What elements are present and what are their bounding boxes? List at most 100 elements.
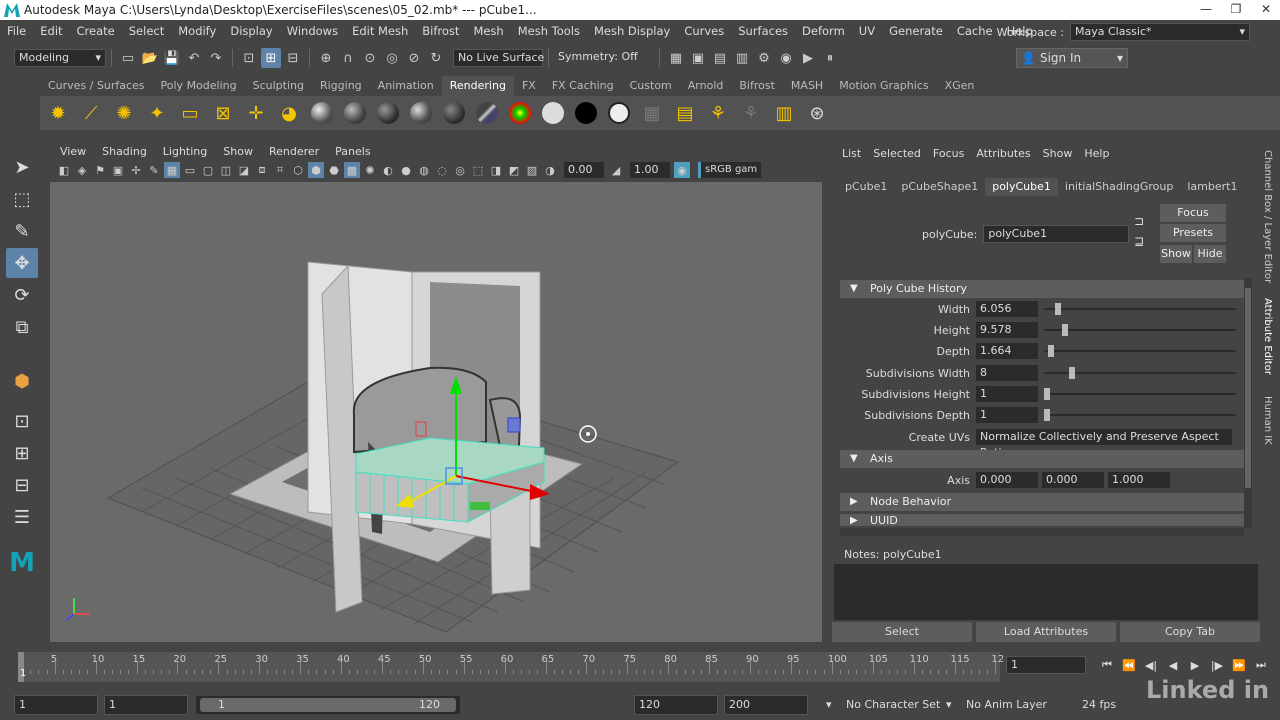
time-slider[interactable]: 5 10 15 20 25 30 35 40 45 50 55 60 65 70 75 80 85 90 95 100…: [0, 650, 1004, 684]
start-time-field[interactable]: 1: [14, 695, 98, 715]
ae-tab-initialshadinggroup[interactable]: initialShadingGroup: [1058, 178, 1180, 196]
render-frame-icon[interactable]: ▣: [688, 48, 708, 68]
safe-action-icon[interactable]: ⧈: [254, 162, 270, 178]
volume-light-icon[interactable]: ⊠: [209, 99, 237, 127]
wireframe-on-shaded-icon[interactable]: ⬣: [326, 162, 342, 178]
menu-display[interactable]: Display: [223, 24, 279, 38]
attribute-editor-tab[interactable]: Attribute Editor: [1262, 298, 1273, 375]
live-surface-field[interactable]: No Live Surface: [453, 49, 544, 67]
phong-sphere-icon[interactable]: [374, 99, 402, 127]
snap-curve-icon[interactable]: ∩: [338, 48, 358, 68]
single-pane-icon[interactable]: ⊡: [6, 406, 38, 436]
shelf-tab-rigging[interactable]: Rigging: [312, 76, 370, 96]
ae-tab-pcube1[interactable]: pCube1: [838, 178, 894, 196]
two-pane-icon[interactable]: ⊟: [6, 470, 38, 500]
axis-x-field[interactable]: 0.000: [976, 472, 1038, 488]
show-button[interactable]: Show: [1160, 245, 1192, 263]
menuset-dropdown[interactable]: Modeling: [14, 49, 106, 67]
attr-field-subdivisions-height[interactable]: 1: [976, 386, 1038, 402]
play-backwards-icon[interactable]: ◀: [1164, 656, 1182, 674]
depth-of-field-icon[interactable]: ◎: [452, 162, 468, 178]
anim-layer-dropdown[interactable]: No Anim Layer: [966, 698, 1047, 711]
presets-button[interactable]: Presets: [1160, 224, 1226, 242]
shelf-tab-custom[interactable]: Custom: [622, 76, 680, 96]
grid-icon[interactable]: ▦: [164, 162, 180, 178]
scale-tool-icon[interactable]: ⧉: [6, 312, 38, 342]
attr-slider-subdivisions-height[interactable]: [1044, 386, 1244, 402]
minimize-icon[interactable]: —: [1192, 0, 1220, 18]
viewport-menu-renderer[interactable]: Renderer: [261, 145, 327, 158]
camera-attributes-icon[interactable]: ◈: [74, 162, 90, 178]
menu-mesh[interactable]: Mesh: [466, 24, 510, 38]
viewport-menu-show[interactable]: Show: [215, 145, 261, 158]
sign-in-button[interactable]: 👤 Sign In ▾: [1016, 48, 1128, 68]
xray-icon[interactable]: ◨: [488, 162, 504, 178]
batch-render-icon[interactable]: ▥: [770, 99, 798, 127]
outliner-pane-icon[interactable]: ☰: [6, 502, 38, 532]
create-uvs-dropdown[interactable]: Normalize Collectively and Preserve Aspe…: [976, 429, 1232, 459]
undo-icon[interactable]: ↶: [184, 48, 204, 68]
step-forward-key-icon[interactable]: ⏩: [1230, 656, 1248, 674]
ae-menu-selected[interactable]: Selected: [867, 147, 927, 160]
attr-slider-width[interactable]: [1044, 301, 1244, 317]
ipr-render-icon[interactable]: ⚘: [704, 99, 732, 127]
menu-surfaces[interactable]: Surfaces: [731, 24, 795, 38]
shelf-tab-fx[interactable]: FX: [514, 76, 544, 96]
anisotropic-sphere-icon[interactable]: [440, 99, 468, 127]
menu-edit-mesh[interactable]: Edit Mesh: [345, 24, 415, 38]
axis-z-field[interactable]: 1.000: [1108, 472, 1170, 488]
ambient-light-icon[interactable]: ✹: [44, 99, 72, 127]
attribute-scrollbar[interactable]: [1244, 278, 1252, 528]
camera-select-icon[interactable]: ◧: [56, 162, 72, 178]
shelf-tab-xgen[interactable]: XGen: [937, 76, 983, 96]
chevron-down-icon[interactable]: ▾: [826, 698, 832, 711]
viewport-menu-shading[interactable]: Shading: [94, 145, 155, 158]
exposure-field[interactable]: 0.00: [564, 162, 604, 178]
smooth-shade-icon[interactable]: ⬢: [308, 162, 324, 178]
paint-select-tool-icon[interactable]: ✎: [6, 216, 38, 246]
move-tool-icon[interactable]: ✥: [6, 248, 38, 278]
film-gate-icon[interactable]: ▭: [182, 162, 198, 178]
ramp-sphere-icon[interactable]: [506, 99, 534, 127]
pause-icon[interactable]: ⏸: [820, 48, 840, 68]
ae-menu-help[interactable]: Help: [1078, 147, 1115, 160]
ae-menu-focus[interactable]: Focus: [927, 147, 970, 160]
snap-grid-icon[interactable]: ⊕: [316, 48, 336, 68]
gate-mask-icon[interactable]: ◫: [218, 162, 234, 178]
lasso-tool-icon[interactable]: ⬚: [6, 184, 38, 214]
last-tool-icon[interactable]: ⬢: [6, 366, 38, 396]
slider-thumb[interactable]: [1062, 324, 1068, 336]
view-transform-field[interactable]: sRGB gam: [698, 162, 762, 178]
section-node-behavior[interactable]: ▶ Node Behavior: [840, 493, 1244, 511]
select-hierarchy-icon[interactable]: ⊡: [239, 48, 259, 68]
menu-deform[interactable]: Deform: [795, 24, 852, 38]
menu-modify[interactable]: Modify: [171, 24, 223, 38]
render-settings-icon[interactable]: ⚙: [754, 48, 774, 68]
end-time-field[interactable]: 200: [724, 695, 808, 715]
menu-windows[interactable]: Windows: [280, 24, 345, 38]
slider-thumb[interactable]: [1044, 409, 1050, 421]
range-slider[interactable]: 1 120: [196, 696, 460, 714]
section-uuid[interactable]: ▶ UUID: [840, 514, 1244, 526]
playback-end-field[interactable]: 120: [634, 695, 718, 715]
shelf-tab-mash[interactable]: MASH: [783, 76, 831, 96]
use-all-lights-icon[interactable]: ✺: [362, 162, 378, 178]
menu-mesh-tools[interactable]: Mesh Tools: [511, 24, 587, 38]
menu-mesh-display[interactable]: Mesh Display: [587, 24, 677, 38]
exposure-icon[interactable]: ◑: [542, 162, 558, 178]
channel-box-tab[interactable]: Channel Box / Layer Editor: [1262, 150, 1273, 283]
textured-icon[interactable]: ▩: [344, 162, 360, 178]
four-pane-icon[interactable]: ⊞: [6, 438, 38, 468]
focus-node-icon[interactable]: ⊐: [1134, 214, 1144, 228]
shelf-tab-poly-modeling[interactable]: Poly Modeling: [153, 76, 245, 96]
menu-generate[interactable]: Generate: [882, 24, 950, 38]
resolution-gate-icon[interactable]: ▢: [200, 162, 216, 178]
outline-sphere-icon[interactable]: [605, 99, 633, 127]
menu-create[interactable]: Create: [70, 24, 122, 38]
shelf-tab-arnold[interactable]: Arnold: [680, 76, 732, 96]
camera-icon[interactable]: ◕: [275, 99, 303, 127]
slider-thumb[interactable]: [1044, 388, 1050, 400]
step-back-frame-icon[interactable]: ◀|: [1142, 656, 1160, 674]
snap-point-icon[interactable]: ⊙: [360, 48, 380, 68]
shelf-tab-motion-graphics[interactable]: Motion Graphics: [831, 76, 936, 96]
